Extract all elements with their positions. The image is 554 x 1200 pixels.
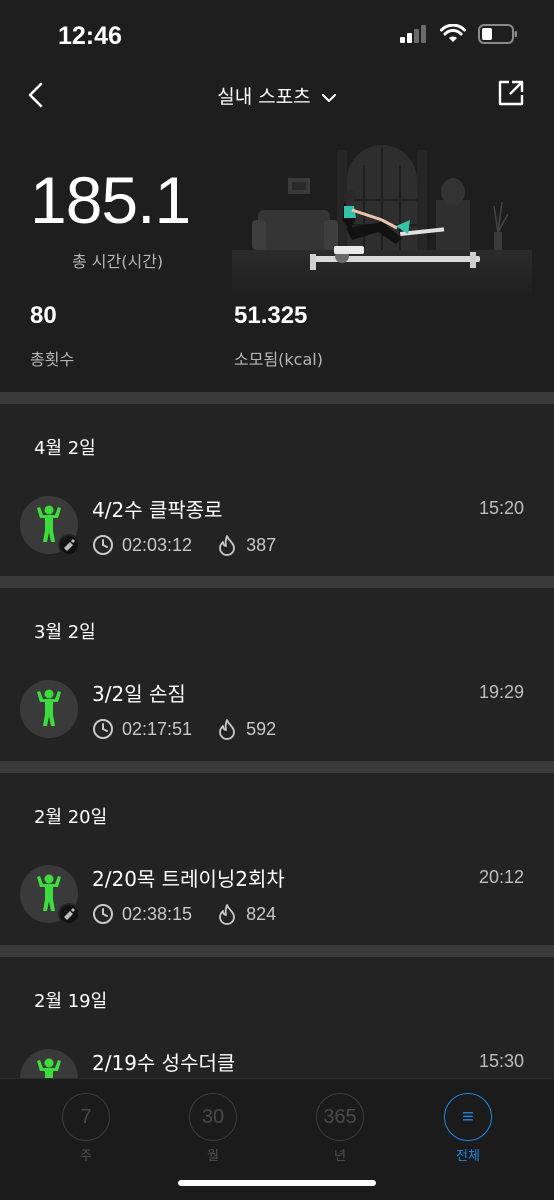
workout-start-time: 19:29 [478, 682, 524, 702]
tab-week-label: 주 [80, 1149, 92, 1164]
share-button[interactable] [496, 78, 526, 108]
workout-meta: 02:03:12 387 [92, 534, 276, 556]
tab-all[interactable]: ≡ 전체 [438, 1093, 498, 1164]
calories-stat: 51.325 소모됨(kcal) [234, 302, 323, 370]
tab-year-label: 년 [334, 1149, 346, 1164]
total-time-label: 총 시간(시간) [72, 252, 164, 271]
status-bar: 12:46 [0, 0, 554, 70]
nav-bar: 실내 스포츠 [0, 70, 554, 122]
day-section: 2월 19일 2/19수 성수더클 15:30 [0, 957, 554, 1078]
workout-start-time: 15:30 [478, 1051, 524, 1071]
day-section: 3월 2일 3/2일 손짐 19:29 02:17:51 592 [0, 588, 554, 761]
nav-title: 실내 스포츠 [217, 86, 311, 108]
workout-title: 2/20목 트레이닝2회차 [92, 867, 285, 891]
workout-meta: 02:17:51 592 [92, 718, 276, 740]
calories-value: 51.325 [234, 302, 308, 329]
section-divider [0, 392, 554, 404]
workout-record[interactable]: 4/2수 클팍종로 15:20 02:03:12 387 [0, 484, 554, 580]
calories-label: 소모됨(kcal) [234, 350, 323, 369]
workout-start-time: 15:20 [478, 498, 524, 518]
tab-week-number: 7 [62, 1093, 110, 1141]
day-date: 3월 2일 [34, 622, 96, 643]
status-icons [400, 24, 518, 44]
workout-title: 2/19수 성수더클 [92, 1051, 236, 1075]
clock-icon [93, 719, 113, 739]
device-badge-icon [58, 903, 80, 925]
list-icon: ≡ [444, 1093, 492, 1141]
chevron-down-icon [321, 93, 336, 102]
tab-week[interactable]: 7 주 [56, 1093, 116, 1164]
flame-icon [219, 719, 235, 740]
total-count-label: 총횟수 [30, 350, 75, 369]
day-date: 2월 19일 [34, 991, 108, 1012]
clock-icon [93, 904, 113, 924]
workout-duration: 02:17:51 [122, 718, 193, 739]
battery-icon [478, 24, 517, 44]
person-figure-icon [37, 689, 61, 726]
workout-title: 3/2일 손짐 [92, 682, 186, 706]
workout-calories: 824 [246, 903, 277, 924]
workout-title: 4/2수 클팍종로 [92, 498, 223, 522]
workout-duration: 02:38:15 [122, 903, 193, 924]
clock-icon [93, 535, 113, 555]
workout-duration: 02:03:12 [122, 534, 193, 555]
day-section: 4월 2일 4/2수 클팍종로 15:20 02:03:12 387 [0, 404, 554, 576]
total-count-value: 80 [30, 302, 57, 329]
workout-record[interactable]: 2/19수 성수더클 15:30 [0, 1037, 554, 1078]
workout-start-time: 20:12 [478, 867, 524, 887]
workout-calories: 592 [246, 718, 277, 739]
home-indicator [178, 1180, 376, 1186]
person-figure-icon [37, 1058, 61, 1078]
total-count-stat: 80 총횟수 [30, 302, 74, 370]
flame-icon [219, 904, 235, 925]
workout-record[interactable]: 3/2일 손짐 19:29 02:17:51 592 [0, 668, 554, 764]
day-date: 2월 20일 [34, 807, 108, 828]
tab-year-number: 365 [316, 1093, 364, 1141]
rowing-illustration [232, 145, 532, 300]
signal-icon [400, 25, 426, 43]
wifi-icon [440, 24, 466, 42]
device-badge-icon [58, 534, 80, 556]
tab-month-label: 월 [207, 1149, 219, 1164]
workout-meta: 02:38:15 824 [92, 903, 276, 925]
workout-avatar [20, 1049, 78, 1078]
day-section: 2월 20일 2/20목 트레이닝2회차 20:12 02:38:15 824 [0, 773, 554, 945]
tab-month-number: 30 [189, 1093, 237, 1141]
total-time-value: 185.1 [30, 163, 191, 237]
sport-type-dropdown[interactable]: 실내 스포츠 [0, 82, 554, 109]
tab-all-label: 전체 [456, 1149, 480, 1164]
workout-calories: 387 [246, 534, 277, 555]
summary-panel: 185.1 총 시간(시간) 80 총횟수 51.325 소모됨(kcal) [0, 130, 554, 392]
status-time: 12:46 [58, 22, 122, 50]
flame-icon [219, 535, 235, 556]
workout-avatar [20, 680, 78, 738]
tab-month[interactable]: 30 월 [183, 1093, 243, 1164]
tab-year[interactable]: 365 년 [310, 1093, 370, 1164]
workout-record[interactable]: 2/20목 트레이닝2회차 20:12 02:38:15 824 [0, 853, 554, 949]
day-date: 4월 2일 [34, 438, 96, 459]
